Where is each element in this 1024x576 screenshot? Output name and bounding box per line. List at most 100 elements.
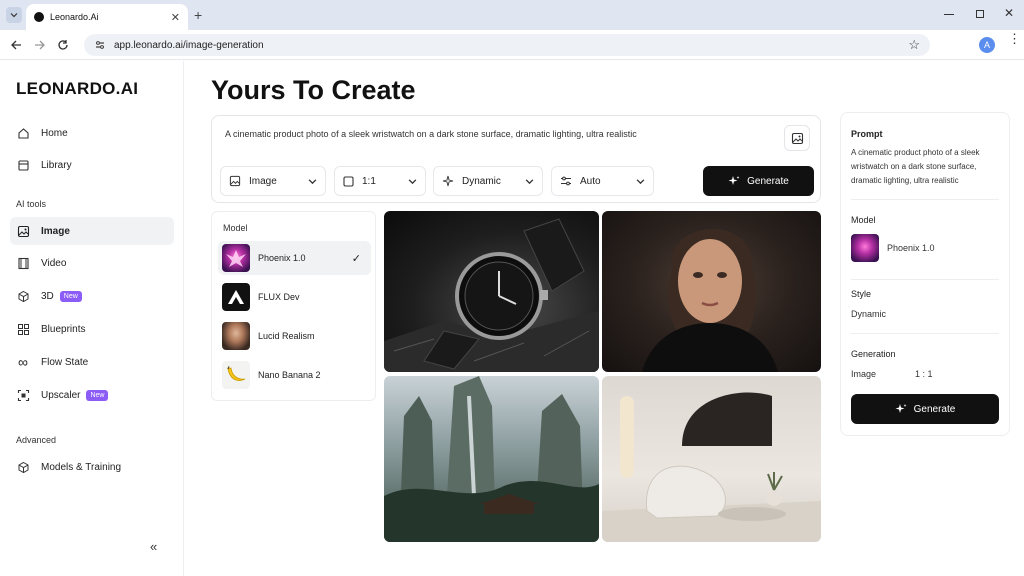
- checkmark-icon: ✓: [351, 252, 361, 265]
- chevron-down-icon: [636, 178, 645, 184]
- new-tab-icon[interactable]: +: [194, 7, 202, 23]
- generated-image-interior[interactable]: [602, 376, 821, 542]
- sidebar: LEONARDO.AI Home Library AI tools Image …: [0, 61, 184, 576]
- profile-avatar[interactable]: A: [979, 37, 995, 53]
- image-icon: [229, 175, 241, 187]
- bookmark-star-icon[interactable]: ☆: [908, 37, 920, 53]
- flux-thumbnail: [222, 283, 250, 311]
- model-heading: Model: [851, 215, 876, 225]
- model-option-nano-banana[interactable]: Nano Banana 2: [218, 358, 371, 392]
- new-badge: New: [86, 389, 109, 401]
- leonardo-favicon-icon: [34, 12, 44, 22]
- prompt-input[interactable]: A cinematic product photo of a sleek wri…: [225, 129, 637, 139]
- prompt-detail-text: A cinematic product photo of a sleek wri…: [851, 148, 980, 185]
- chevron-down-icon: [308, 178, 317, 184]
- model-option-label: FLUX Dev: [258, 292, 300, 302]
- output-type-select[interactable]: Image: [220, 166, 326, 196]
- sidebar-item-video[interactable]: Video: [10, 249, 174, 277]
- url-text: app.leonardo.ai/image-generation: [114, 39, 264, 51]
- image-prompt-button[interactable]: [784, 125, 810, 151]
- library-icon: [16, 158, 30, 172]
- phoenix-thumbnail: [851, 234, 879, 262]
- model-option-lucid-realism[interactable]: Lucid Realism: [218, 319, 371, 353]
- settings-select[interactable]: Auto: [551, 166, 654, 196]
- grid-icon: [16, 322, 30, 336]
- sidebar-item-blueprints[interactable]: Blueprints: [10, 315, 174, 343]
- sidebar-item-flow-state[interactable]: ∞ Flow State: [10, 348, 174, 376]
- image-icon: [791, 132, 803, 144]
- generated-image-waterfall-landscape[interactable]: [384, 376, 599, 542]
- restore-icon[interactable]: [976, 10, 984, 18]
- generated-image-portrait[interactable]: [602, 211, 821, 372]
- sidebar-item-label: Home: [41, 127, 68, 139]
- generate-button-label: Generate: [747, 175, 789, 187]
- sidebar-item-label: Video: [41, 257, 67, 269]
- model-picker: Model Phoenix 1.0 ✓ FLUX Dev Lucid Reali…: [211, 211, 376, 401]
- leonardo-logo[interactable]: LEONARDO.AI: [16, 79, 138, 99]
- sidebar-item-library[interactable]: Library: [10, 151, 174, 179]
- browser-tab[interactable]: Leonardo.Ai ✕: [26, 4, 188, 30]
- forward-arrow-icon[interactable]: [34, 39, 46, 51]
- site-settings-icon[interactable]: [94, 39, 106, 51]
- style-detail-value: Dynamic: [851, 309, 887, 319]
- select-label: Image: [249, 175, 277, 187]
- sidebar-item-models-training[interactable]: Models & Training: [10, 453, 174, 481]
- minimize-icon[interactable]: [944, 14, 954, 15]
- browser-toolbar: app.leonardo.ai/image-generation ☆ A ⋮: [0, 30, 1024, 60]
- generation-ratio: 1 : 1: [915, 369, 933, 379]
- generate-button[interactable]: Generate: [703, 166, 814, 196]
- sparkle-icon: [728, 176, 740, 185]
- sidebar-item-upscaler[interactable]: Upscaler New: [10, 381, 174, 409]
- select-label: Dynamic: [462, 175, 501, 187]
- prompt-box: A cinematic product photo of a sleek wri…: [211, 115, 821, 203]
- ai-tools-section-label: AI tools: [16, 199, 47, 209]
- tab-title: Leonardo.Ai: [50, 12, 99, 22]
- model-option-flux-dev[interactable]: FLUX Dev: [218, 280, 371, 314]
- tab-search-button[interactable]: [6, 7, 22, 23]
- phoenix-thumbnail: [222, 244, 250, 272]
- generation-type: Image: [851, 369, 877, 379]
- window-close-icon[interactable]: ✕: [1004, 6, 1014, 20]
- sparkle-icon: [442, 175, 454, 187]
- sidebar-item-label: Upscaler: [41, 389, 81, 401]
- model-option-label: Lucid Realism: [258, 331, 315, 341]
- sidebar-item-home[interactable]: Home: [10, 119, 174, 147]
- address-bar[interactable]: app.leonardo.ai/image-generation ☆: [84, 34, 930, 56]
- sliders-icon: [561, 176, 571, 186]
- image-icon: [16, 224, 30, 238]
- tab-close-icon[interactable]: ✕: [171, 11, 180, 24]
- model-option-label: Nano Banana 2: [258, 370, 321, 380]
- reload-icon[interactable]: [57, 39, 69, 51]
- chevron-down-icon: [525, 178, 534, 184]
- cube-icon: [16, 460, 30, 474]
- model-picker-heading: Model: [223, 223, 248, 233]
- chevron-down-icon: [408, 178, 417, 184]
- generation-heading: Generation: [851, 349, 896, 359]
- generated-image-wristwatch[interactable]: [384, 211, 599, 372]
- square-icon: [343, 175, 354, 187]
- browser-menu-icon[interactable]: ⋮: [1008, 32, 1021, 45]
- divider: [851, 199, 999, 200]
- sidebar-item-image[interactable]: Image: [10, 217, 174, 245]
- generation-details-panel: Prompt A cinematic product photo of a sl…: [840, 112, 1010, 436]
- generate-button-secondary[interactable]: Generate: [851, 394, 999, 424]
- back-arrow-icon[interactable]: [10, 39, 22, 51]
- aspect-ratio-select[interactable]: 1:1: [334, 166, 426, 196]
- model-option-phoenix[interactable]: Phoenix 1.0 ✓: [218, 241, 371, 275]
- double-chevron-left-icon[interactable]: «: [150, 539, 157, 554]
- prompt-heading: Prompt: [851, 129, 883, 139]
- sidebar-item-3d[interactable]: 3D New: [10, 282, 174, 310]
- divider: [851, 279, 999, 280]
- style-select[interactable]: Dynamic: [433, 166, 543, 196]
- sidebar-item-label: Library: [41, 159, 72, 171]
- generate-button-label: Generate: [913, 403, 956, 415]
- sparkle-icon: [895, 404, 907, 413]
- lucid-realism-thumbnail: [222, 322, 250, 350]
- chevron-down-icon: [10, 13, 18, 18]
- sidebar-item-label: Models & Training: [41, 461, 122, 473]
- select-label: Auto: [580, 175, 601, 187]
- page-title: Yours To Create: [211, 75, 416, 105]
- sidebar-item-label: Blueprints: [41, 323, 86, 335]
- divider: [851, 333, 999, 334]
- sidebar-item-label: Image: [41, 225, 70, 237]
